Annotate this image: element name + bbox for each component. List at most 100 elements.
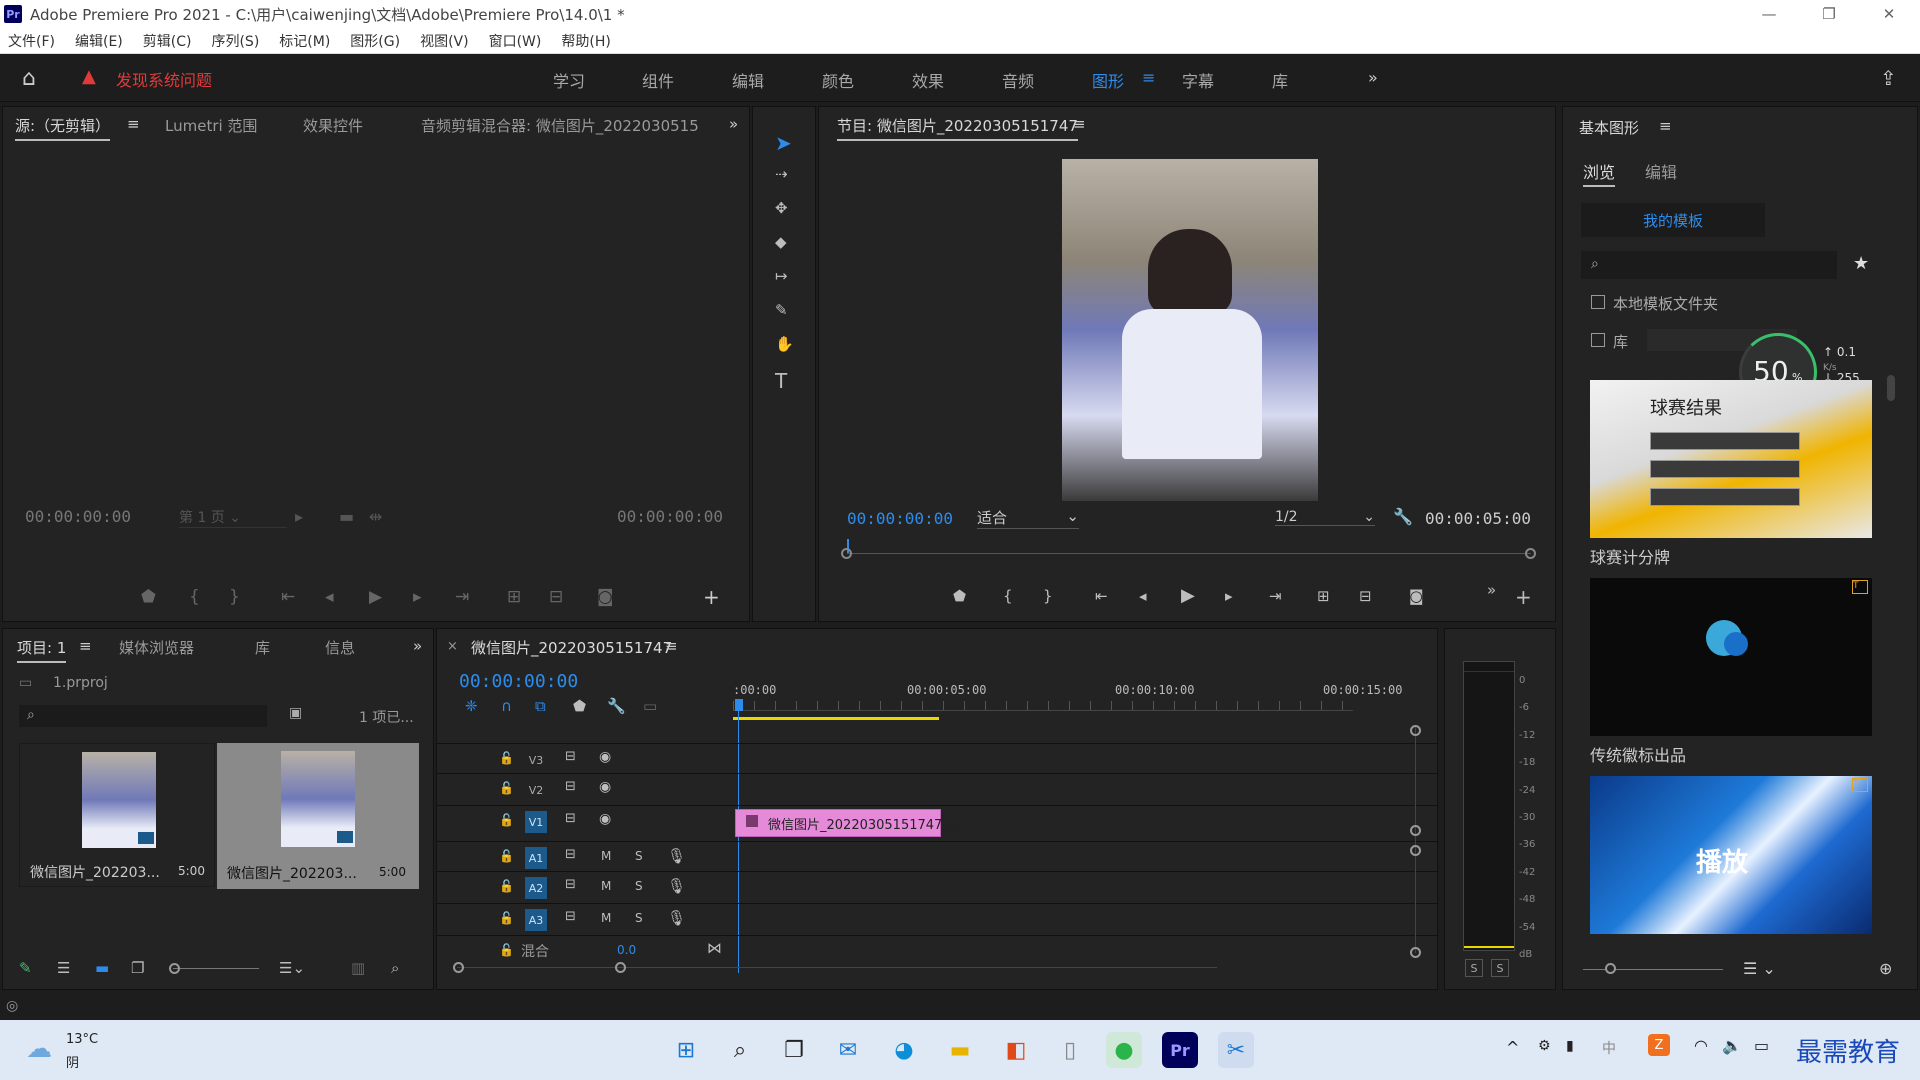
play-icon[interactable]: ▶ bbox=[369, 587, 382, 607]
sort-icons-icon[interactable]: ☰⌄ bbox=[279, 959, 305, 977]
program-go-in-icon[interactable]: ⇤ bbox=[1095, 587, 1108, 605]
lock-icon[interactable]: 🔓 bbox=[499, 813, 514, 827]
project-more-icon[interactable]: » bbox=[413, 637, 422, 655]
template-broadcast-preview[interactable]: 播放 T bbox=[1590, 776, 1872, 934]
edge-icon[interactable]: ◕ bbox=[886, 1032, 922, 1068]
step-back-icon[interactable]: ◂ bbox=[325, 587, 334, 607]
pen-tool-icon[interactable]: ✎ bbox=[775, 301, 788, 319]
local-templates-checkbox[interactable] bbox=[1591, 295, 1605, 309]
mail-icon[interactable]: ✉ bbox=[830, 1032, 866, 1068]
weather-temperature[interactable]: 13°C bbox=[66, 1032, 98, 1047]
project-item-selected[interactable]: 微信图片_202203... 5:00 bbox=[217, 743, 419, 889]
sync-lock-icon[interactable]: ⊟ bbox=[565, 749, 576, 764]
go-to-in-icon[interactable]: ⇤ bbox=[281, 587, 295, 607]
menu-sequence[interactable]: 序列(S) bbox=[211, 31, 259, 51]
track-a2[interactable]: A2 bbox=[525, 877, 547, 899]
workspace-libraries[interactable]: 库 bbox=[1272, 68, 1288, 92]
menu-edit[interactable]: 编辑(E) bbox=[75, 31, 123, 51]
page-select[interactable]: 第 1 页 ⌄ bbox=[179, 507, 287, 528]
tab-audio-clip-mixer[interactable]: 音频剪辑混合器: 微信图片_2022030515 bbox=[421, 115, 701, 136]
bowtie-icon[interactable]: ⋈ bbox=[707, 939, 722, 957]
resolution-select[interactable]: 1/2 ⌄ bbox=[1275, 509, 1375, 526]
go-to-out-icon[interactable]: ⇥ bbox=[455, 587, 469, 607]
weather-description[interactable]: 阴 bbox=[66, 1052, 79, 1071]
track-v3[interactable]: V3 bbox=[525, 749, 547, 771]
mic-icon[interactable]: 🎙 bbox=[667, 877, 686, 895]
tray-chevron-icon[interactable]: ^ bbox=[1506, 1038, 1519, 1057]
sync-lock-icon[interactable]: ⊟ bbox=[565, 909, 576, 924]
type-tool-icon[interactable]: T bbox=[775, 369, 787, 393]
templates-search-input[interactable]: ⌕ bbox=[1581, 251, 1837, 279]
sort-icon[interactable]: ☰ ⌄ bbox=[1743, 959, 1776, 978]
program-go-out-icon[interactable]: ⇥ bbox=[1269, 587, 1282, 605]
program-timecode-current[interactable]: 00:00:00:00 bbox=[847, 509, 953, 528]
office-icon[interactable]: ◧ bbox=[998, 1032, 1034, 1068]
timeline-settings-icon[interactable]: 🔧 bbox=[607, 697, 626, 715]
task-view-icon[interactable]: ❐ bbox=[776, 1032, 812, 1068]
lock-icon[interactable]: 🔓 bbox=[499, 849, 514, 863]
program-add-button-icon[interactable]: + bbox=[1515, 585, 1532, 609]
play-small-icon[interactable]: ▸ bbox=[295, 507, 303, 526]
timeline-timecode[interactable]: 00:00:00:00 bbox=[459, 671, 578, 692]
menu-window[interactable]: 窗口(W) bbox=[489, 31, 542, 51]
close-sequence-icon[interactable]: × bbox=[447, 639, 458, 654]
menu-file[interactable]: 文件(F) bbox=[8, 31, 55, 51]
tab-source[interactable]: 源:（无剪辑） bbox=[15, 115, 111, 141]
tab-browse[interactable]: 浏览 bbox=[1583, 159, 1616, 187]
tab-effect-controls[interactable]: 效果控件 bbox=[303, 115, 363, 136]
v-scroll-handle[interactable] bbox=[1410, 845, 1421, 856]
track-v2[interactable]: V2 bbox=[525, 779, 547, 801]
snap-icon[interactable]: ∩ bbox=[501, 697, 512, 715]
mark-in-icon[interactable]: { bbox=[189, 587, 200, 607]
lock-icon[interactable]: 🔓 bbox=[499, 781, 514, 795]
project-menu-icon[interactable]: ≡ bbox=[79, 637, 92, 655]
template-logo-preview[interactable]: T bbox=[1590, 578, 1872, 736]
insert-icon[interactable]: ⊞ bbox=[507, 587, 521, 607]
favorite-star-icon[interactable]: ★ bbox=[1853, 253, 1869, 274]
program-monitor-title[interactable]: 节目: 微信图片_20220305151747 bbox=[837, 115, 1078, 141]
settings-small-icon[interactable]: ▬ bbox=[339, 507, 354, 526]
nest-icon[interactable]: ❈ bbox=[465, 697, 478, 715]
system-alert-link[interactable]: 发现系统问题 bbox=[116, 67, 212, 91]
tab-project[interactable]: 项目: 1 bbox=[17, 637, 67, 663]
mark-out-icon[interactable]: } bbox=[229, 587, 240, 607]
lift-icon[interactable]: ⊞ bbox=[1317, 587, 1330, 605]
timeline-v-scrollbar[interactable] bbox=[1415, 725, 1416, 953]
volume-icon[interactable]: 🔈 bbox=[1722, 1036, 1742, 1055]
new-template-icon[interactable]: ⊕ bbox=[1879, 959, 1892, 978]
scrub-end-handle[interactable] bbox=[1525, 548, 1536, 559]
timeline-playhead-line[interactable] bbox=[738, 711, 739, 973]
restore-button[interactable]: ❐ bbox=[1806, 0, 1852, 28]
workspace-captions[interactable]: 字幕 bbox=[1182, 68, 1214, 92]
razor-tool-icon[interactable]: ◆ bbox=[775, 233, 787, 251]
tray-settings-icon[interactable]: ⚙ bbox=[1538, 1038, 1551, 1054]
eye-icon[interactable]: ◉ bbox=[599, 811, 611, 827]
zoom-slider-handle[interactable] bbox=[169, 963, 180, 974]
close-button[interactable]: ✕ bbox=[1866, 0, 1912, 28]
new-bin-icon[interactable]: ▣ bbox=[289, 705, 302, 721]
tab-edit[interactable]: 编辑 bbox=[1645, 159, 1677, 183]
sequence-menu-icon[interactable]: ≡ bbox=[665, 637, 678, 655]
mute-button[interactable]: M bbox=[601, 879, 611, 893]
project-item[interactable]: 微信图片_202203... 5:00 bbox=[19, 743, 215, 887]
freeform-view-icon[interactable]: ❐ bbox=[131, 959, 144, 977]
workspace-graphics[interactable]: 图形 bbox=[1092, 68, 1124, 92]
menu-graphics[interactable]: 图形(G) bbox=[350, 31, 400, 51]
lock-icon[interactable]: 🔓 bbox=[499, 943, 514, 957]
solo-button[interactable]: S bbox=[635, 911, 643, 925]
menu-help[interactable]: 帮助(H) bbox=[561, 31, 610, 51]
tab-media-browser[interactable]: 媒体浏览器 bbox=[119, 637, 194, 658]
thumbnail-size-handle[interactable] bbox=[1605, 963, 1616, 974]
program-menu-icon[interactable]: ≡ bbox=[1073, 115, 1086, 133]
captions-icon[interactable]: ▭ bbox=[643, 697, 657, 715]
program-scrub-bar[interactable] bbox=[847, 553, 1531, 554]
workspace-effects[interactable]: 效果 bbox=[912, 68, 944, 92]
export-frame-icon[interactable]: ◙ bbox=[597, 587, 614, 607]
tab-lumetri-scopes[interactable]: Lumetri 范围 bbox=[165, 115, 257, 136]
linked-selection-icon[interactable]: ⧉ bbox=[535, 697, 546, 715]
sync-lock-icon[interactable]: ⊟ bbox=[565, 847, 576, 862]
solo-right-button[interactable]: S bbox=[1491, 959, 1509, 977]
find-icon[interactable]: ⌕ bbox=[391, 959, 399, 977]
my-templates-button[interactable]: 我的模板 bbox=[1581, 203, 1765, 237]
sequence-tab[interactable]: 微信图片_20220305151747 bbox=[471, 637, 672, 658]
